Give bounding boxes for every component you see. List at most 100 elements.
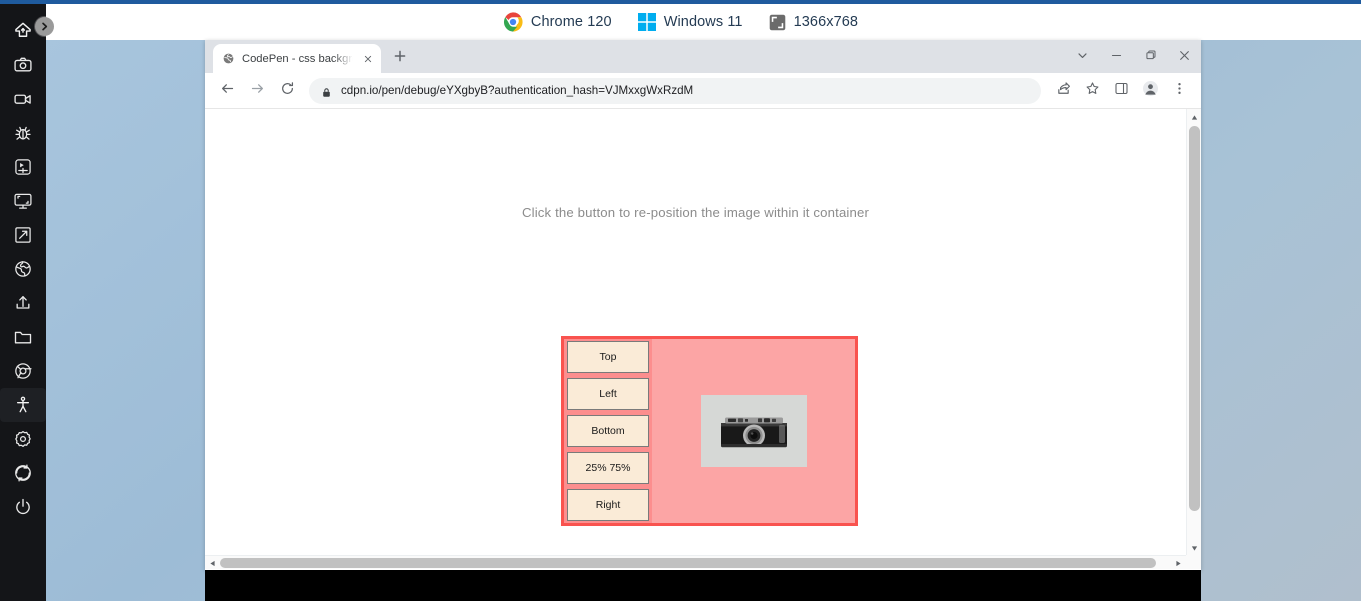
position-button-percent[interactable]: 25% 75%: [567, 452, 649, 484]
image-container: [652, 339, 855, 523]
sidebar-item-accessibility[interactable]: [0, 388, 46, 422]
scrollbar-corner: [1186, 555, 1201, 569]
sidebar-item-upload[interactable]: [0, 286, 46, 320]
bug-icon: [13, 123, 33, 143]
plus-icon: [394, 49, 406, 67]
scroll-down-button[interactable]: [1187, 540, 1201, 555]
share-button[interactable]: [1049, 77, 1077, 105]
triangle-left-icon: [209, 554, 216, 569]
reload-icon: [280, 81, 295, 101]
triangle-up-icon: [1191, 109, 1198, 126]
os-info: Windows 11: [637, 13, 743, 31]
video-camera-icon: [13, 89, 33, 109]
sidebar-item-power[interactable]: [0, 490, 46, 524]
desktop-root: Chrome 120 Windows 11 1366x768 CodePen -…: [0, 0, 1361, 601]
environment-info-bar: Chrome 120 Windows 11 1366x768: [0, 4, 1361, 40]
sidepanel-icon: [1114, 81, 1129, 101]
vertical-scrollbar[interactable]: [1186, 109, 1201, 555]
vertical-scroll-thumb[interactable]: [1189, 126, 1200, 511]
chevron-right-icon: [39, 21, 50, 32]
maximize-icon: [1145, 48, 1156, 66]
folder-icon: [13, 327, 33, 347]
sidebar-item-display[interactable]: [0, 184, 46, 218]
scroll-left-button[interactable]: [205, 556, 220, 569]
position-button-bottom[interactable]: Bottom: [567, 415, 649, 447]
forward-button[interactable]: [243, 77, 271, 105]
upload-icon: [13, 293, 33, 313]
browser-tabstrip: CodePen - css background posit: [205, 40, 1201, 73]
tool-sidebar: [0, 4, 46, 601]
expand-arrow-icon: [13, 225, 33, 245]
kebab-menu-icon: [1172, 81, 1187, 101]
browser-tab[interactable]: CodePen - css background posit: [213, 44, 381, 73]
vintage-camera-photo: [700, 395, 807, 467]
chrome-menu-button[interactable]: [1165, 77, 1193, 105]
sidebar-item-debug[interactable]: [0, 116, 46, 150]
close-window-button[interactable]: [1167, 40, 1201, 73]
profile-avatar-icon: [1142, 80, 1158, 101]
minimize-button[interactable]: [1099, 40, 1133, 73]
side-panel-button[interactable]: [1107, 77, 1135, 105]
tab-close-button[interactable]: [360, 51, 375, 66]
position-button-right[interactable]: Right: [567, 489, 649, 521]
back-button[interactable]: [213, 77, 241, 105]
address-bar[interactable]: cdpn.io/pen/debug/eYXgbyB?authentication…: [309, 77, 1041, 104]
sidebar-item-screenshot[interactable]: [0, 48, 46, 82]
tab-search-button[interactable]: [1065, 40, 1099, 73]
browser-info: Chrome 120: [503, 12, 612, 32]
sidebar-item-browser[interactable]: [0, 354, 46, 388]
horizontal-scroll-thumb[interactable]: [220, 558, 1156, 568]
page-content: Click the button to re-position the imag…: [205, 109, 1186, 555]
profile-button[interactable]: [1136, 77, 1164, 105]
taskbar-black-strip: [205, 570, 1201, 601]
sidebar-item-step-run[interactable]: [0, 150, 46, 184]
browser-info-label: Chrome 120: [530, 14, 612, 30]
scroll-up-button[interactable]: [1187, 109, 1201, 124]
bookmark-button[interactable]: [1078, 77, 1106, 105]
scroll-right-button[interactable]: [1171, 556, 1186, 569]
lock-icon: [321, 85, 332, 97]
share-icon: [1056, 81, 1071, 101]
gear-icon: [13, 429, 33, 449]
back-arrow-icon: [220, 81, 235, 101]
step-play-icon: [13, 157, 33, 177]
toolbar-actions: [1049, 77, 1193, 105]
background-position-demo: Top Left Bottom 25% 75% Right: [561, 336, 858, 526]
sidebar-item-files[interactable]: [0, 320, 46, 354]
sidebar-expand-button[interactable]: [35, 17, 54, 36]
horizontal-scrollbar[interactable]: [205, 555, 1201, 569]
star-icon: [1085, 81, 1100, 101]
sidebar-item-resize[interactable]: [0, 218, 46, 252]
chrome-icon: [13, 361, 33, 381]
chrome-browser-window: CodePen - css background posit: [205, 40, 1201, 570]
maximize-button[interactable]: [1133, 40, 1167, 73]
triangle-down-icon: [1191, 539, 1198, 557]
accessibility-icon: [13, 395, 33, 415]
minimize-icon: [1111, 48, 1122, 66]
monitor-icon: [13, 191, 33, 211]
browser-tab-title: CodePen - css background posit: [242, 52, 353, 65]
forward-arrow-icon: [250, 81, 265, 101]
camera-icon: [13, 55, 33, 75]
sidebar-item-network[interactable]: [0, 252, 46, 286]
windows-logo-icon: [637, 13, 656, 31]
position-button-left[interactable]: Left: [567, 378, 649, 410]
resolution-info: 1366x768: [769, 14, 859, 31]
resolution-icon: [769, 14, 786, 31]
page-viewport: Click the button to re-position the imag…: [205, 109, 1201, 569]
close-icon: [1179, 48, 1190, 66]
browser-toolbar: cdpn.io/pen/debug/eYXgbyB?authentication…: [205, 73, 1201, 109]
new-tab-button[interactable]: [386, 44, 414, 72]
sidebar-item-sync[interactable]: [0, 456, 46, 490]
window-controls: [1065, 40, 1201, 73]
chrome-logo-icon: [503, 12, 523, 32]
position-button-top[interactable]: Top: [567, 341, 649, 373]
reload-button[interactable]: [273, 77, 301, 105]
sidebar-item-record-video[interactable]: [0, 82, 46, 116]
os-info-label: Windows 11: [663, 14, 743, 30]
demo-button-column: Top Left Bottom 25% 75% Right: [564, 339, 652, 523]
sidebar-item-settings[interactable]: [0, 422, 46, 456]
sync-icon: [13, 463, 33, 483]
triangle-right-icon: [1175, 554, 1182, 569]
globe-icon: [13, 259, 33, 279]
